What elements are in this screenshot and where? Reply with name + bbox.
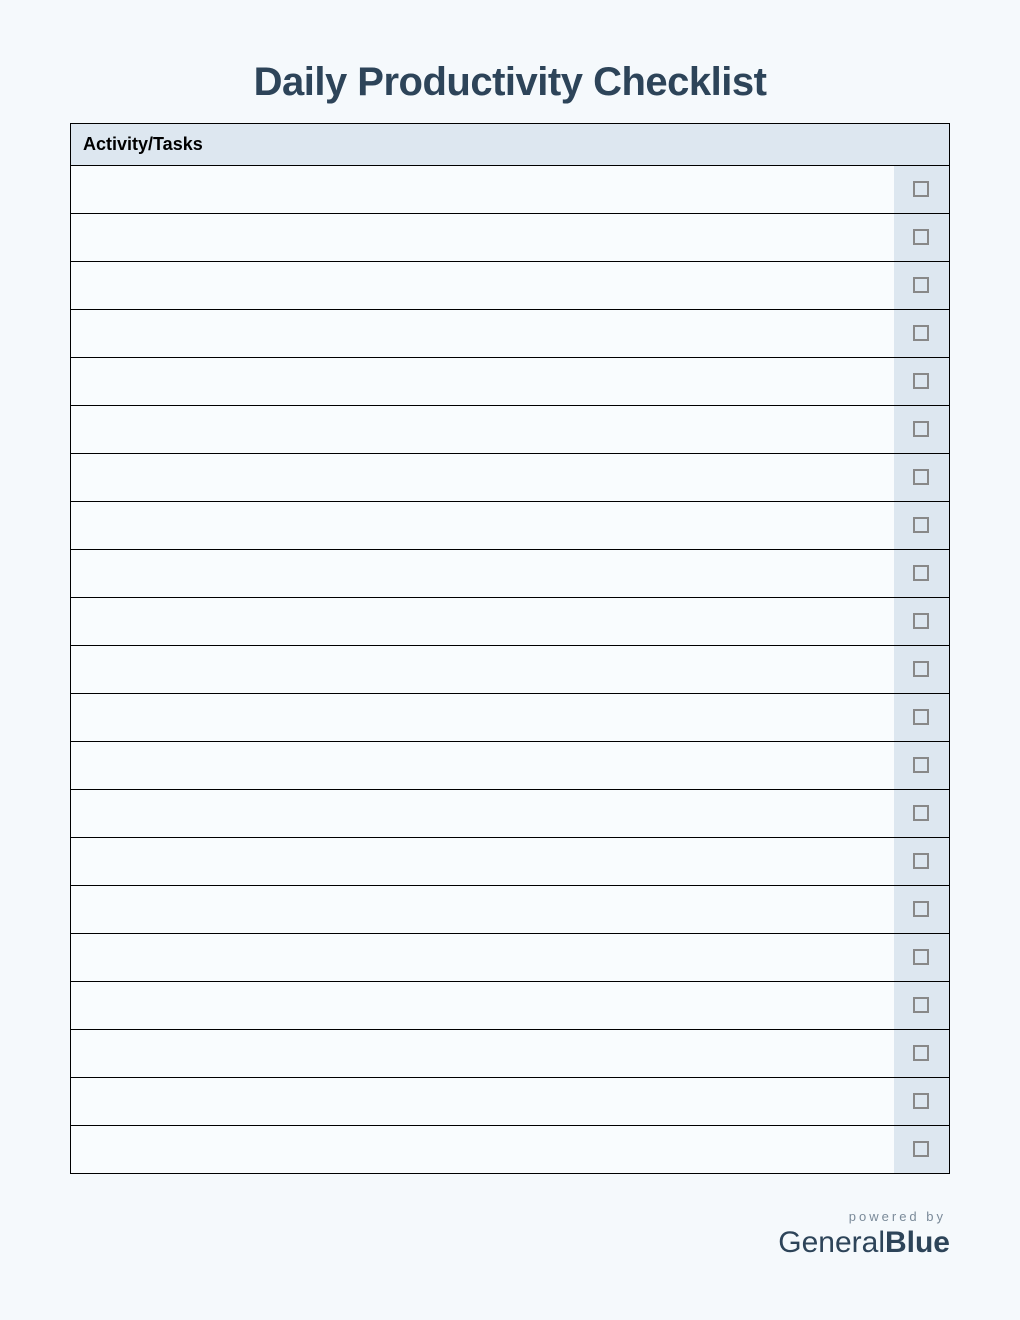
table-row: [71, 1078, 950, 1126]
task-cell[interactable]: [71, 454, 894, 502]
checkbox-cell: [894, 310, 950, 358]
checkbox-cell: [894, 742, 950, 790]
task-cell[interactable]: [71, 502, 894, 550]
checkbox-cell: [894, 550, 950, 598]
checkbox-cell: [894, 502, 950, 550]
checkbox-cell: [894, 214, 950, 262]
task-cell[interactable]: [71, 214, 894, 262]
table-row: [71, 598, 950, 646]
task-cell[interactable]: [71, 934, 894, 982]
brand-logo: GeneralBlue: [778, 1226, 950, 1260]
task-cell[interactable]: [71, 598, 894, 646]
checkbox-cell: [894, 790, 950, 838]
brand-name-bold: Blue: [885, 1226, 950, 1259]
table-header-row: Activity/Tasks: [71, 124, 950, 166]
checkbox-cell: [894, 454, 950, 502]
checkbox-icon[interactable]: [913, 661, 929, 677]
checkbox-cell: [894, 886, 950, 934]
table-row: [71, 694, 950, 742]
task-cell[interactable]: [71, 1030, 894, 1078]
table-row: [71, 358, 950, 406]
footer: powered by GeneralBlue: [778, 1209, 950, 1260]
checkbox-cell: [894, 646, 950, 694]
table-row: [71, 838, 950, 886]
table-row: [71, 262, 950, 310]
document-page: Daily Productivity Checklist Activity/Ta…: [0, 0, 1020, 1214]
checkbox-icon[interactable]: [913, 901, 929, 917]
task-cell[interactable]: [71, 742, 894, 790]
checkbox-icon[interactable]: [913, 949, 929, 965]
brand-name-light: General: [778, 1226, 885, 1259]
page-title: Daily Productivity Checklist: [70, 60, 950, 105]
task-cell[interactable]: [71, 262, 894, 310]
task-cell[interactable]: [71, 1126, 894, 1174]
checkbox-icon[interactable]: [913, 325, 929, 341]
checkbox-cell: [894, 838, 950, 886]
table-row: [71, 742, 950, 790]
table-row: [71, 982, 950, 1030]
table-row: [71, 646, 950, 694]
column-header-tasks: Activity/Tasks: [71, 124, 950, 166]
checkbox-cell: [894, 1030, 950, 1078]
checkbox-icon[interactable]: [913, 709, 929, 725]
checkbox-cell: [894, 166, 950, 214]
table-row: [71, 166, 950, 214]
table-row: [71, 214, 950, 262]
table-row: [71, 454, 950, 502]
task-cell[interactable]: [71, 166, 894, 214]
checkbox-cell: [894, 358, 950, 406]
checklist-table: Activity/Tasks: [70, 123, 950, 1174]
task-cell[interactable]: [71, 886, 894, 934]
task-cell[interactable]: [71, 406, 894, 454]
checkbox-cell: [894, 694, 950, 742]
checkbox-icon[interactable]: [913, 1141, 929, 1157]
checkbox-icon[interactable]: [913, 277, 929, 293]
task-cell[interactable]: [71, 550, 894, 598]
checkbox-cell: [894, 598, 950, 646]
checkbox-icon[interactable]: [913, 997, 929, 1013]
checkbox-cell: [894, 406, 950, 454]
task-cell[interactable]: [71, 358, 894, 406]
powered-by-label: powered by: [778, 1209, 950, 1224]
table-row: [71, 1030, 950, 1078]
table-row: [71, 886, 950, 934]
table-row: [71, 502, 950, 550]
task-cell[interactable]: [71, 838, 894, 886]
checkbox-cell: [894, 262, 950, 310]
checkbox-icon[interactable]: [913, 469, 929, 485]
table-body: [71, 166, 950, 1174]
checkbox-cell: [894, 1078, 950, 1126]
checkbox-icon[interactable]: [913, 181, 929, 197]
checkbox-cell: [894, 982, 950, 1030]
checkbox-icon[interactable]: [913, 373, 929, 389]
table-row: [71, 310, 950, 358]
checkbox-icon[interactable]: [913, 421, 929, 437]
task-cell[interactable]: [71, 694, 894, 742]
checkbox-icon[interactable]: [913, 757, 929, 773]
table-row: [71, 934, 950, 982]
checkbox-cell: [894, 934, 950, 982]
table-row: [71, 1126, 950, 1174]
task-cell[interactable]: [71, 310, 894, 358]
checkbox-icon[interactable]: [913, 517, 929, 533]
task-cell[interactable]: [71, 1078, 894, 1126]
checkbox-icon[interactable]: [913, 613, 929, 629]
task-cell[interactable]: [71, 982, 894, 1030]
checkbox-icon[interactable]: [913, 1045, 929, 1061]
task-cell[interactable]: [71, 790, 894, 838]
checkbox-icon[interactable]: [913, 805, 929, 821]
checkbox-cell: [894, 1126, 950, 1174]
table-row: [71, 406, 950, 454]
table-row: [71, 790, 950, 838]
table-row: [71, 550, 950, 598]
task-cell[interactable]: [71, 646, 894, 694]
checkbox-icon[interactable]: [913, 229, 929, 245]
checkbox-icon[interactable]: [913, 853, 929, 869]
checkbox-icon[interactable]: [913, 1093, 929, 1109]
checkbox-icon[interactable]: [913, 565, 929, 581]
